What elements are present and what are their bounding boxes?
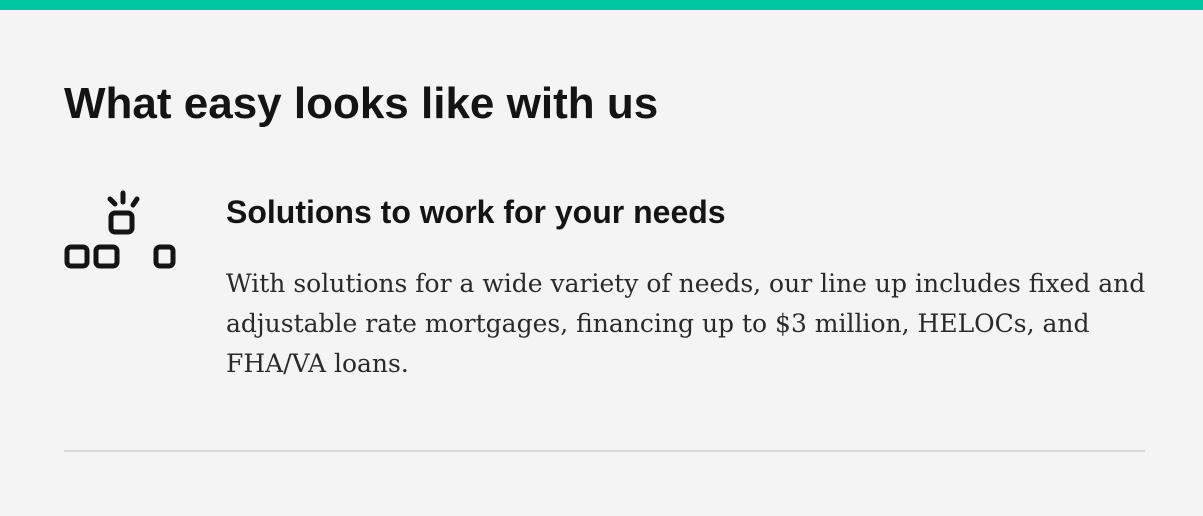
section-title: What easy looks like with us (64, 79, 659, 128)
feature-description: With solutions for a wide variety of nee… (226, 269, 1146, 378)
lightbulb-blocks-icon (64, 190, 176, 269)
section-divider (64, 450, 1145, 452)
accent-top-bar (0, 0, 1203, 10)
feature-title: Solutions to work for your needs (226, 194, 726, 230)
